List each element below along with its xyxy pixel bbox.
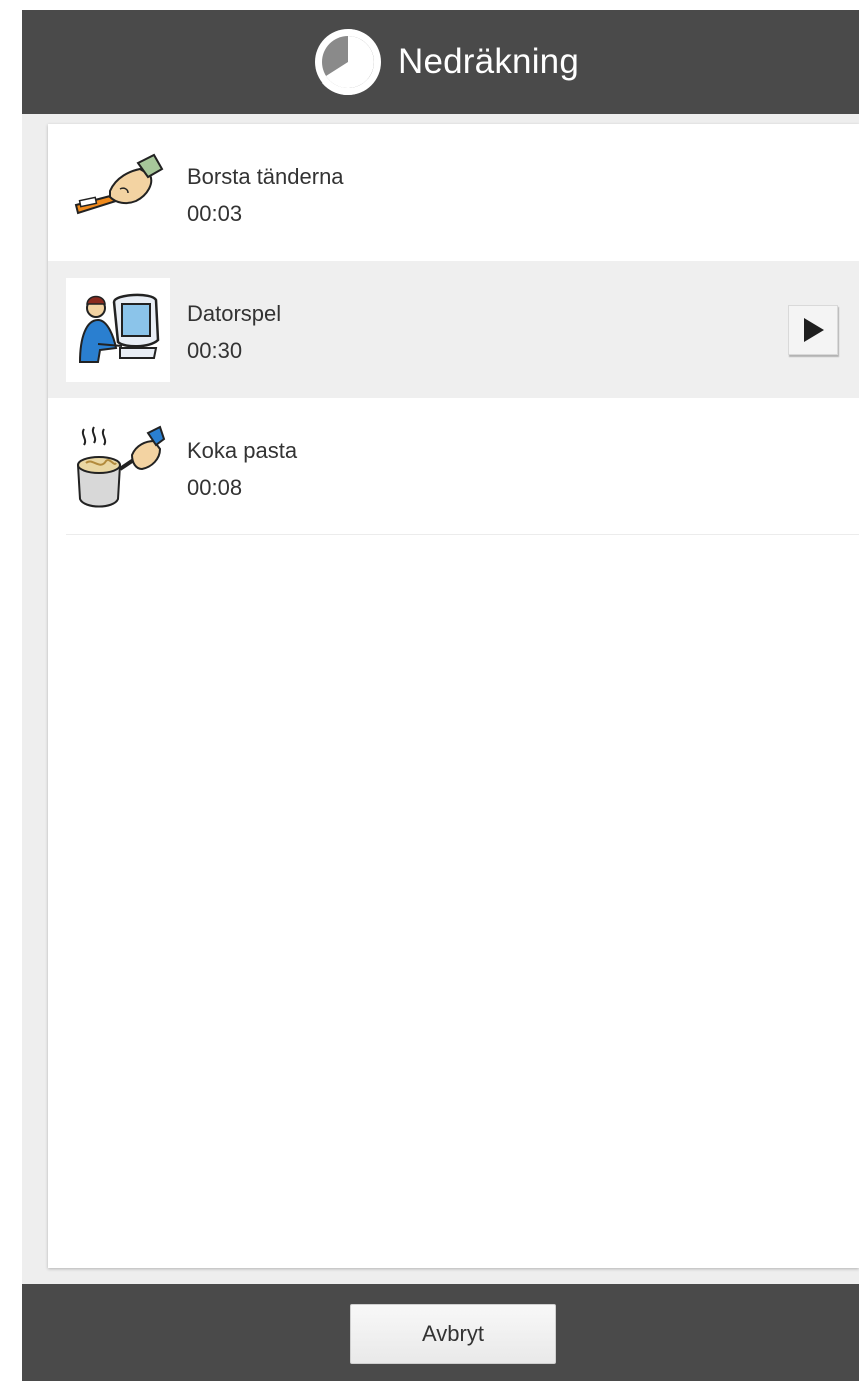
header-content: Nedräkning [314, 28, 579, 96]
countdown-dialog: Nedräkning Borsta tänderna 00:03 Datorsp… [22, 10, 859, 1381]
list-item-label: Koka pasta [187, 438, 298, 463]
list-item-label: Datorspel [187, 301, 282, 326]
list-item-picture [66, 415, 170, 519]
play-button[interactable] [788, 305, 838, 355]
footer-bar: Avbryt [22, 1284, 859, 1381]
list-item[interactable]: Koka pasta 00:08 [48, 398, 859, 535]
list-item-time: 00:30 [187, 338, 243, 363]
list-item-picture [66, 278, 170, 382]
play-icon [804, 318, 824, 342]
cancel-button[interactable]: Avbryt [350, 1304, 556, 1364]
list-item-picture [66, 141, 170, 245]
page-title: Nedräkning [398, 42, 579, 81]
list-item[interactable]: Borsta tänderna 00:03 [48, 124, 859, 261]
countdown-timer-icon [315, 29, 381, 95]
countdown-list: Borsta tänderna 00:03 Datorspel 00:30 Ko… [48, 124, 859, 1268]
list-item-time: 00:08 [187, 475, 243, 500]
list-item-time: 00:03 [187, 201, 243, 226]
computer-player-icon [78, 293, 160, 363]
list-item[interactable]: Datorspel 00:30 [48, 261, 859, 398]
list-divider [66, 534, 859, 535]
cooking-pot-icon [76, 425, 166, 508]
toothbrush-icon [74, 153, 164, 215]
top-margin [22, 0, 859, 10]
list-item-label: Borsta tänderna [187, 164, 344, 189]
header-bar: Nedräkning [22, 10, 859, 114]
left-margin [0, 0, 22, 1381]
